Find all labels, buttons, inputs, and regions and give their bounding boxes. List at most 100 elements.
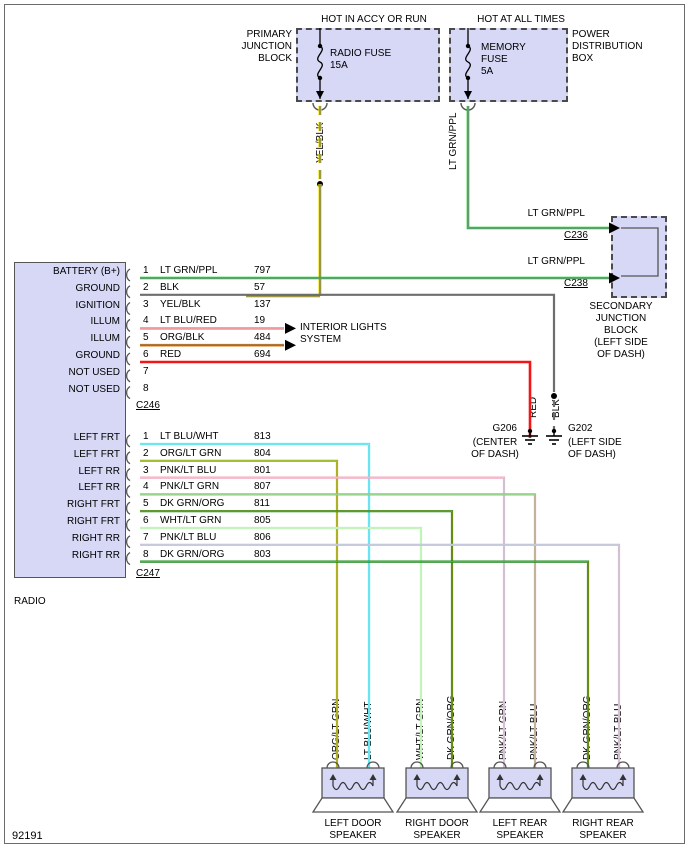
c247-pin-2-bracket	[126, 451, 131, 465]
c247-pin-2-number: 2	[143, 447, 149, 459]
c246-pin-3-circuit: 137	[254, 298, 271, 310]
c246-pin-5-wire: ORG/BLK	[160, 332, 205, 344]
c246-pin-5-circuit: 484	[254, 332, 271, 344]
c246-pin-2-circuit: 57	[254, 281, 266, 293]
c247-pin-4-function: LEFT RR	[78, 482, 121, 494]
c247-pin-6-number: 6	[143, 515, 149, 526]
speaker-2-body	[488, 767, 552, 799]
radio-fuse-symbol-coil-b	[317, 61, 323, 79]
wire-803-dkgrnorg-tracer	[140, 561, 589, 770]
c247-pin-8-bracket	[126, 552, 131, 566]
c247-pin-7-circuit: 806	[254, 531, 271, 543]
c247-pin-1-circuit: 813	[254, 431, 271, 442]
c247-pin-4-circuit: 807	[254, 481, 271, 493]
c246-pin-8-bracket	[126, 386, 131, 400]
c246-pin-6-bracket	[126, 352, 131, 366]
c246-pin-6-wire: RED	[160, 349, 182, 360]
c236-arrow	[609, 222, 620, 234]
c246-pin-1-function: BATTERY (B+)	[53, 266, 120, 277]
c247-pin-1-bracket	[126, 434, 131, 448]
c246-pin-7-number: 7	[143, 365, 149, 377]
c247-pin-7-number: 7	[143, 531, 149, 543]
c247-pin-8-function: RIGHT RR	[71, 549, 120, 561]
radio-fuse-symbol-arrow	[316, 91, 324, 99]
c247-pin-7-function: RIGHT RR	[71, 532, 120, 544]
memory-fuse-symbol-coil-a	[465, 45, 471, 63]
c246-pin-7-function: NOT USED	[68, 366, 121, 378]
interior-lights-arrow-1	[285, 322, 296, 334]
c246-pin-7-bracket	[126, 369, 131, 383]
wire-artwork	[126, 28, 659, 813]
c247-pin-6-wire: WHT/LT GRN	[160, 515, 222, 526]
c238-arrow	[609, 272, 620, 284]
wiring-diagram-page: HOT IN ACCY OR RUN PRIMARY JUNCTION BLOC…	[0, 0, 691, 850]
c247-pin-5-bracket	[126, 501, 131, 515]
c246-pin-5-function: ILLUM	[90, 333, 120, 345]
wire-806-pnkltblu	[140, 543, 621, 770]
c246-pin-4-bracket	[126, 318, 131, 332]
c246-pin-4-wire: LT BLU/RED	[160, 315, 217, 327]
c246-pin-6-circuit: 694	[254, 349, 271, 360]
c246-pin-3-bracket	[126, 302, 131, 316]
junction-block-internal-bus	[621, 227, 659, 277]
c246-pin-8-number: 8	[143, 382, 149, 394]
speaker-1-body	[405, 767, 469, 799]
connector-c246-id[interactable]: C246	[136, 400, 160, 411]
wire-805-whtltgrn-tracer	[140, 527, 422, 770]
c247-pin-1-wire: LT BLU/WHT	[160, 431, 219, 442]
c247-pin-4-bracket	[126, 484, 131, 498]
c247-pin-3-function: LEFT RR	[78, 465, 121, 477]
c246-pin-2-function: GROUND	[75, 282, 120, 294]
c247-pin-6-function: RIGHT FRT	[67, 516, 120, 527]
c247-pin-3-wire: PNK/LT BLU	[160, 464, 217, 476]
c247-pin-6-circuit: 805	[254, 515, 271, 526]
speaker-3-body	[571, 767, 635, 799]
c246-pin-1-bracket	[126, 268, 131, 282]
c247-pin-5-function: RIGHT FRT	[67, 499, 120, 511]
c246-pin-2-wire: BLK	[160, 281, 179, 293]
interior-lights-arrow-2	[285, 339, 296, 351]
c247-pin-7-bracket	[126, 535, 131, 549]
c246-pin-1-wire: LT GRN/PPL	[160, 265, 218, 276]
c246-pin-3-function: IGNITION	[75, 299, 120, 311]
c246-pin-4-function: ILLUM	[90, 316, 120, 328]
c246-pin-1-circuit: 797	[254, 265, 271, 276]
c247-pin-2-circuit: 804	[254, 447, 271, 459]
speaker-1-cone	[395, 797, 479, 813]
c247-pin-3-circuit: 801	[254, 464, 271, 476]
c247-pin-8-number: 8	[143, 548, 149, 560]
c246-pin-4-circuit: 19	[254, 315, 266, 327]
c246-pin-8-function: NOT USED	[68, 383, 121, 395]
c247-pin-8-wire: DK GRN/ORG	[160, 548, 225, 560]
ltgrnppl-wire-c236	[466, 106, 610, 230]
c247-pin-2-function: LEFT FRT	[73, 448, 120, 460]
connector-c247-id[interactable]: C247	[136, 568, 160, 579]
c246-pin-3-wire: YEL/BLK	[160, 298, 201, 310]
speaker-0-body	[321, 767, 385, 799]
c247-pin-5-number: 5	[143, 498, 149, 510]
c247-pin-4-number: 4	[143, 481, 149, 493]
c247-pin-7-wire: PNK/LT BLU	[160, 531, 217, 543]
c246-pin-2-number: 2	[143, 281, 149, 293]
c247-pin-2-wire: ORG/LT GRN	[160, 447, 222, 459]
c247-pin-5-circuit: 811	[254, 498, 270, 510]
blk-splice-dot	[551, 393, 557, 399]
speaker-0-cone	[311, 797, 395, 813]
memory-fuse-symbol-coil-b	[465, 61, 471, 79]
memory-fuse-symbol-arrow	[464, 91, 472, 99]
speaker-2-cone	[478, 797, 562, 813]
wire-694-red	[140, 360, 532, 438]
c247-pin-1-number: 1	[143, 431, 149, 442]
c247-pin-5-wire: DK GRN/ORG	[160, 498, 225, 510]
wire-805-whtltgrn	[140, 526, 423, 770]
c246-pin-5-bracket	[126, 335, 131, 349]
c247-pin-4-wire: PNK/LT GRN	[160, 481, 220, 493]
c247-pin-6-bracket	[126, 518, 131, 532]
radio-fuse-symbol-coil-a	[317, 45, 323, 63]
ltgrnppl-wire-c236-tracer	[467, 106, 610, 229]
c247-pin-3-number: 3	[143, 464, 149, 476]
c246-pin-6-number: 6	[143, 349, 149, 360]
c246-pin-6-function: GROUND	[75, 350, 120, 361]
wire-803-dkgrnorg	[140, 560, 590, 770]
c246-pin-3-number: 3	[143, 298, 149, 310]
